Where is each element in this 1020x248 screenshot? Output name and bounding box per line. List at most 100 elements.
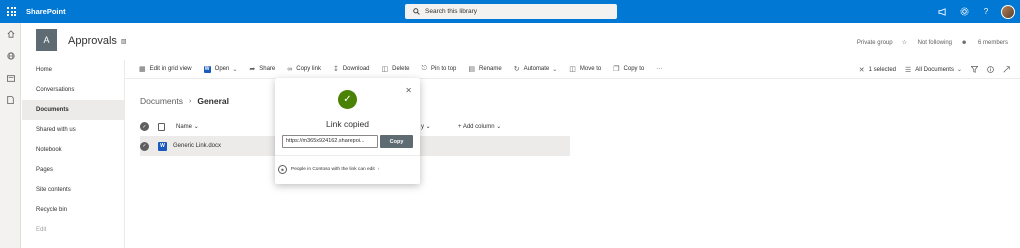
view-switcher[interactable]: ☰ All Documents ⌄ <box>905 66 962 74</box>
close-icon[interactable]: ✕ <box>405 86 412 95</box>
automate-label: Automate <box>523 66 550 72</box>
chevron-down-icon: ⌄ <box>232 66 238 73</box>
download-icon: ↧ <box>332 66 339 73</box>
move-to-button[interactable]: ◫ Move to <box>569 65 601 73</box>
open-label: Open <box>214 66 230 72</box>
copy-link-label: Copy link <box>296 66 321 72</box>
edit-grid-label: Edit in grid view <box>149 66 192 72</box>
trash-icon: ◫ <box>381 66 389 73</box>
file-type-icon[interactable] <box>158 122 165 131</box>
help-icon[interactable]: ? <box>975 0 997 23</box>
site-logo[interactable]: A <box>36 29 57 51</box>
select-all-checkbox[interactable]: ✓ <box>140 122 149 131</box>
nav-item-home[interactable]: Home <box>22 60 124 80</box>
gear-icon[interactable] <box>953 0 975 23</box>
nav-item-edit[interactable]: Edit <box>22 220 124 240</box>
share-label: Share <box>259 66 276 72</box>
more-button[interactable]: ··· <box>656 66 662 72</box>
clear-selection-button[interactable]: ✕ 1 selected <box>859 66 896 74</box>
download-label: Download <box>342 66 370 72</box>
rename-icon: ▤ <box>468 66 476 73</box>
news-icon[interactable] <box>0 67 21 89</box>
link-icon: ∞ <box>287 65 293 73</box>
chevron-down-icon: ⌄ <box>552 66 558 73</box>
nav-item-conversations[interactable]: Conversations <box>22 80 124 100</box>
home-icon[interactable] <box>0 23 21 45</box>
column-name-label: Name <box>176 124 193 130</box>
site-title-text: Approvals <box>68 35 117 47</box>
chevron-right-icon: › <box>189 97 192 105</box>
chevron-down-icon: ⌄ <box>496 124 502 130</box>
chevron-down-icon: ⌄ <box>193 124 199 130</box>
left-nav: Home Conversations Documents Shared with… <box>22 60 125 248</box>
app-name[interactable]: SharePoint <box>26 7 66 16</box>
nav-item-notebook[interactable]: Notebook <box>22 140 124 160</box>
column-modified-by-label: y <box>421 124 424 130</box>
copy-to-button[interactable]: ❐ Copy to <box>613 65 644 73</box>
link-permissions-button[interactable]: ☻ People in Contoso with the link can ed… <box>278 165 379 174</box>
app-rail <box>0 23 21 248</box>
pin-icon: ⎋ <box>421 65 428 72</box>
breadcrumb-documents[interactable]: Documents <box>140 96 183 106</box>
delete-label: Delete <box>392 66 410 72</box>
dialog-title: Link copied <box>325 119 369 129</box>
site-meta: Private group ☆ Not following ☻ 6 member… <box>848 39 1008 47</box>
share-button[interactable]: ➦ Share <box>249 65 275 73</box>
nav-item-documents[interactable]: Documents <box>22 100 124 120</box>
word-icon: W <box>203 65 211 73</box>
document-icon[interactable] <box>0 89 21 111</box>
file-name[interactable]: Generic Link.docx <box>173 143 221 149</box>
command-bar: ▦ Edit in grid view W Open ⌄ ➦ Share ∞ Copy l… <box>125 60 1020 79</box>
members-button[interactable]: ☻ 6 members <box>961 40 1008 46</box>
megaphone-icon[interactable] <box>931 0 953 23</box>
nav-item-recycle-bin[interactable]: Recycle bin <box>22 200 124 220</box>
search-box[interactable]: Search this library <box>405 4 617 19</box>
people-icon: ☻ <box>278 165 287 174</box>
follow-button[interactable]: ☆ Not following <box>902 39 952 46</box>
open-button[interactable]: W Open ⌄ <box>203 65 238 73</box>
word-file-icon: W <box>158 141 167 151</box>
nav-item-site-contents[interactable]: Site contents <box>22 180 124 200</box>
nav-item-pages[interactable]: Pages <box>22 160 124 180</box>
copy-icon: ❐ <box>613 66 620 73</box>
rename-label: Rename <box>479 66 502 72</box>
breadcrumb-current[interactable]: General <box>197 96 229 106</box>
filter-icon[interactable] <box>971 66 978 73</box>
copy-link-button[interactable]: ∞ Copy link <box>287 66 321 73</box>
breadcrumb: Documents › General <box>140 96 229 106</box>
delete-button[interactable]: ◫ Delete <box>382 65 410 73</box>
close-icon: ✕ <box>858 66 865 74</box>
copy-to-label: Copy to <box>623 66 645 72</box>
avatar[interactable] <box>1001 4 1015 19</box>
copy-button[interactable]: Copy <box>380 135 413 148</box>
download-button[interactable]: ↧ Download <box>333 65 370 73</box>
success-check-icon: ✓ <box>338 90 357 109</box>
search-placeholder: Search this library <box>425 8 478 15</box>
permission-label: People in Contoso with the link can edit <box>291 167 375 172</box>
chevron-right-icon: › <box>377 167 380 172</box>
teams-icon[interactable]: ▧ <box>121 38 127 45</box>
selected-count: 1 selected <box>868 66 896 73</box>
expand-icon[interactable] <box>1003 66 1010 73</box>
chevron-down-icon: ⌄ <box>425 124 431 130</box>
add-column-button[interactable]: + Add column ⌄ <box>458 123 501 130</box>
pin-to-top-label: Pin to top <box>431 66 457 72</box>
privacy-label: Private group <box>856 39 893 46</box>
globe-icon[interactable] <box>0 45 21 67</box>
automate-button[interactable]: ↻ Automate ⌄ <box>514 65 558 73</box>
suite-bar: SharePoint Search this library ? <box>0 0 1020 23</box>
pin-to-top-button[interactable]: ⎋ Pin to top <box>421 65 456 73</box>
move-icon: ◫ <box>569 66 576 73</box>
column-modified-by[interactable]: y ⌄ <box>421 123 431 130</box>
rename-button[interactable]: ▤ Rename <box>468 65 501 73</box>
site-title[interactable]: Approvals ▧ <box>68 35 127 47</box>
edit-grid-button[interactable]: ▦ Edit in grid view <box>139 65 192 73</box>
column-name[interactable]: Name ⌄ <box>176 123 199 130</box>
automate-icon: ↻ <box>513 66 520 73</box>
row-checkbox[interactable]: ✓ <box>140 141 149 151</box>
nav-item-shared-with-us[interactable]: Shared with us <box>22 120 124 140</box>
app-launcher-icon[interactable] <box>0 0 23 23</box>
link-field[interactable]: https://m365x924162.sharepoi... <box>282 135 378 148</box>
search-icon <box>413 8 420 15</box>
info-icon[interactable] <box>987 66 994 73</box>
